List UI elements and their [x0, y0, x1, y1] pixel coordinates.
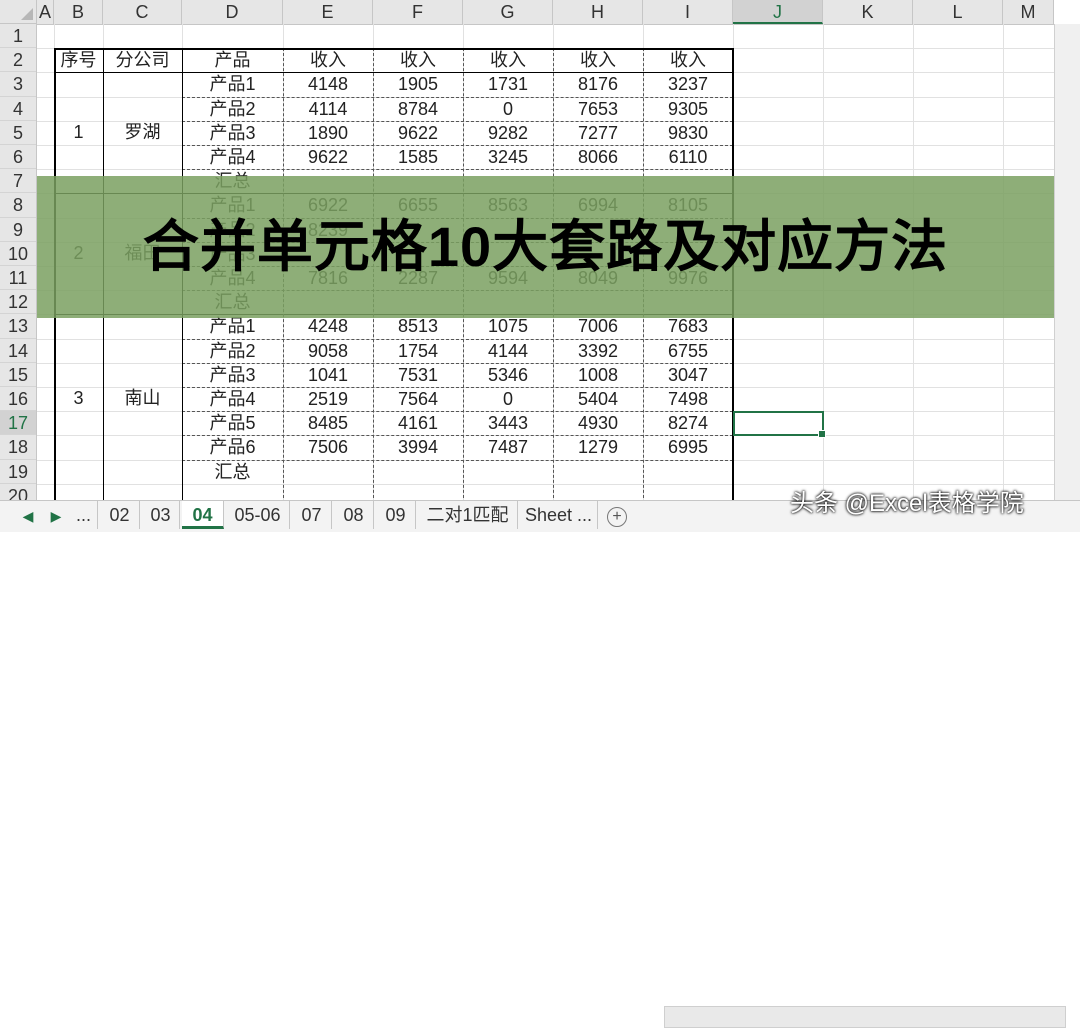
row-header-6[interactable]: 6 [0, 145, 36, 170]
column-header-k[interactable]: K [823, 0, 913, 24]
column-header-i[interactable]: I [643, 0, 733, 24]
row-headers: 1 2 3 4 5 6 7 8 9 10 11 12 13 14 15 16 17 18 19 20 [0, 24, 37, 508]
sheet-tab[interactable]: 02 [100, 501, 140, 529]
horizontal-scrollbar[interactable] [664, 1006, 1066, 1028]
watermark: 头条 @Excel表格学院 [790, 490, 1024, 517]
next-sheet-icon[interactable]: ▶ [46, 505, 66, 527]
selected-cell[interactable] [733, 411, 826, 439]
vertical-scrollbar[interactable] [1054, 24, 1080, 500]
sheet-tab[interactable]: 03 [142, 501, 180, 529]
select-all-corner[interactable] [0, 0, 37, 24]
column-headers: ABCDEFGHIJKLM [37, 0, 1054, 25]
row-header-19[interactable]: 19 [0, 460, 36, 484]
row-header-16[interactable]: 16 [0, 387, 36, 412]
column-header-b[interactable]: B [54, 0, 103, 24]
row-header-7[interactable]: 7 [0, 169, 36, 194]
row-header-4[interactable]: 4 [0, 97, 36, 121]
sheet-tab[interactable]: 07 [292, 501, 332, 529]
column-header-l[interactable]: L [913, 0, 1003, 24]
row-header-8[interactable]: 8 [0, 193, 36, 218]
sheet-tab[interactable]: 05-06 [226, 501, 290, 529]
row-header-14[interactable]: 14 [0, 339, 36, 363]
row-header-11[interactable]: 11 [0, 266, 36, 291]
add-sheet-icon[interactable]: + [607, 507, 627, 527]
prev-sheet-icon[interactable]: ◀ [18, 505, 38, 527]
column-header-m[interactable]: M [1003, 0, 1054, 24]
column-header-f[interactable]: F [373, 0, 463, 24]
row-header-5[interactable]: 5 [0, 121, 36, 145]
row-header-3[interactable]: 3 [0, 72, 36, 97]
row-header-9[interactable]: 9 [0, 218, 36, 242]
column-header-a[interactable]: A [37, 0, 54, 24]
row-header-2[interactable]: 2 [0, 48, 36, 73]
column-header-g[interactable]: G [463, 0, 553, 24]
sheet-tab[interactable]: ... [70, 501, 98, 529]
column-header-c[interactable]: C [103, 0, 182, 24]
sheet-tab[interactable]: Sheet ... [520, 501, 598, 529]
column-header-j[interactable]: J [733, 0, 823, 24]
banner-title: 合并单元格10大套路及对应方法 [142, 215, 949, 278]
sheet-tab[interactable]: 04 [182, 501, 224, 529]
sheet-tab[interactable]: 08 [334, 501, 374, 529]
sheet-tab[interactable]: 二对1匹配 [418, 501, 518, 529]
row-header-15[interactable]: 15 [0, 363, 36, 387]
column-header-d[interactable]: D [182, 0, 283, 24]
sheet-tab[interactable]: 09 [376, 501, 416, 529]
column-header-h[interactable]: H [553, 0, 643, 24]
row-header-10[interactable]: 10 [0, 242, 36, 266]
column-header-e[interactable]: E [283, 0, 373, 24]
row-header-12[interactable]: 12 [0, 290, 36, 315]
row-header-18[interactable]: 18 [0, 435, 36, 460]
row-header-17[interactable]: 17 [0, 411, 36, 436]
row-header-1[interactable]: 1 [0, 24, 36, 49]
row-header-13[interactable]: 13 [0, 314, 36, 339]
